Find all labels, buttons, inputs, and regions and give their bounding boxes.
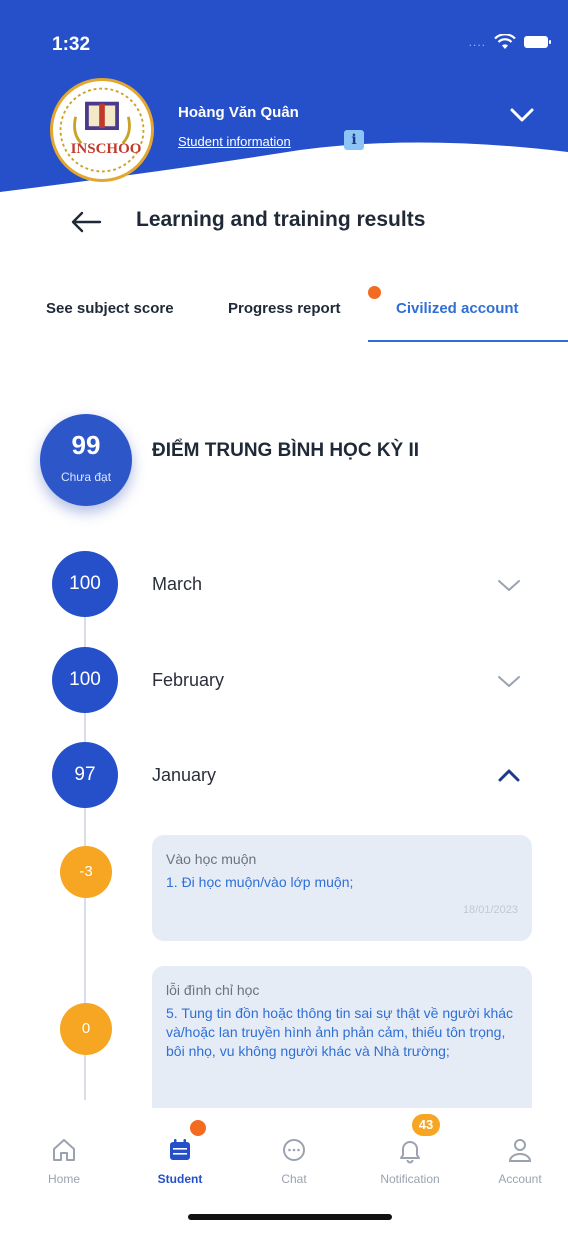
average-score-badge: 99 Chưa đạt: [40, 414, 132, 506]
info-icon[interactable]: i: [344, 130, 364, 150]
entry-description: 5. Tung tin đồn hoặc thông tin sai sự th…: [166, 1005, 514, 1059]
user-icon: [508, 1139, 532, 1162]
notification-count-badge: 43: [412, 1114, 440, 1136]
chevron-down-icon[interactable]: [508, 104, 536, 126]
chevron-down-icon[interactable]: [496, 672, 522, 690]
entry-date: 18/01/2023: [462, 904, 518, 916]
month-label-february[interactable]: February: [152, 670, 224, 691]
entry-score: -3: [60, 846, 112, 898]
nav-label: Account: [498, 1172, 542, 1186]
month-label-january[interactable]: January: [152, 765, 216, 786]
chevron-down-icon[interactable]: [496, 576, 522, 594]
status-time: 1:32: [52, 34, 91, 55]
home-icon: [53, 1139, 75, 1161]
nav-label: Student: [157, 1172, 203, 1186]
average-score: 99: [71, 430, 101, 460]
nav-label: Notification: [380, 1172, 440, 1186]
active-tab-indicator: [368, 340, 568, 342]
bell-icon: [400, 1141, 420, 1164]
wifi-icon: [494, 34, 516, 49]
chat-icon: [283, 1139, 305, 1161]
average-title: ĐIỂM TRUNG BÌNH HỌC KỲ II: [152, 440, 420, 461]
book-emblem-icon: [59, 87, 145, 173]
battery-icon: [524, 36, 551, 48]
signal-icon: ....: [468, 35, 486, 49]
month-label-march[interactable]: March: [152, 574, 202, 595]
page-title: Learning and training results: [136, 208, 426, 231]
chevron-up-icon[interactable]: [496, 766, 522, 784]
month-score-january: 97: [52, 742, 118, 808]
home-indicator: [188, 1214, 392, 1220]
entry-title: lỗi đình chỉ học: [166, 982, 260, 998]
status-icons: ....: [468, 34, 551, 50]
tab-progress-report[interactable]: Progress report: [228, 300, 341, 317]
tab-civilized-account[interactable]: Civilized account: [396, 300, 519, 317]
entry-title: Vào học muộn: [166, 851, 257, 867]
notification-dot: [368, 286, 381, 299]
average-status: Chưa đạt: [60, 470, 112, 484]
nav-label: Home: [47, 1172, 80, 1186]
tab-bar: See subject score Progress report Civili…: [0, 280, 568, 342]
entry-score: 0: [60, 1003, 112, 1055]
notification-dot: [190, 1120, 206, 1136]
entry-card[interactable]: lỗi đình chỉ học 5. Tung tin đồn hoặc th…: [152, 966, 532, 1108]
entry-description: 1. Đi học muộn/vào lớp muộn;: [166, 874, 354, 890]
logo-text: INSCHOO: [70, 141, 142, 157]
user-name: Hoàng Văn Quân: [178, 104, 299, 121]
month-score-february: 100: [52, 647, 118, 713]
calendar-icon: [170, 1139, 190, 1160]
tab-subject-score[interactable]: See subject score: [46, 300, 174, 317]
entry-card[interactable]: Vào học muộn 1. Đi học muộn/vào lớp muộn…: [152, 835, 532, 941]
app-header: 1:32 .... INSCHOO Hoàng Văn Quân Student…: [0, 0, 568, 200]
back-arrow-icon[interactable]: [70, 210, 102, 234]
nav-label: Chat: [281, 1172, 307, 1186]
school-logo: INSCHOO: [50, 78, 154, 182]
month-score-march: 100: [52, 551, 118, 617]
student-info-link[interactable]: Student information: [178, 134, 291, 149]
